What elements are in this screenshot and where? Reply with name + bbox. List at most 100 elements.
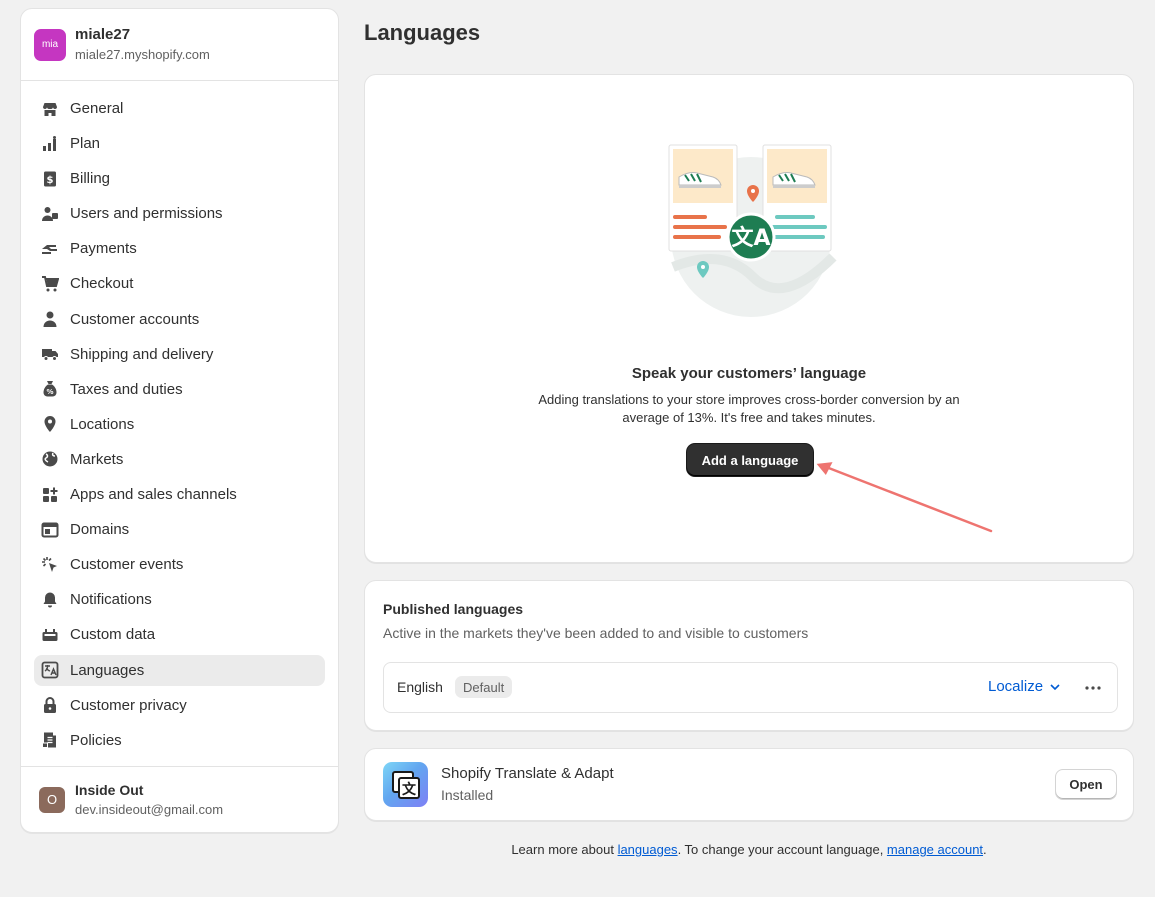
page-title: Languages xyxy=(364,20,481,45)
annotation-arrow-icon xyxy=(816,462,993,533)
sidebar-item-label: Billing xyxy=(70,170,111,188)
sidebar-item-label: Notifications xyxy=(70,591,152,609)
languages-link[interactable]: languages xyxy=(618,842,678,857)
section-subtitle: Active in the markets they've been added… xyxy=(383,625,809,641)
localize-dropdown[interactable]: Localize xyxy=(988,678,1061,695)
tax-icon: % xyxy=(41,380,59,398)
sidebar-item-label: Users and permissions xyxy=(70,205,223,223)
sidebar-item-notifications[interactable]: Notifications xyxy=(34,584,325,615)
sidebar-item-markets[interactable]: Markets xyxy=(34,444,325,475)
manage-account-link[interactable]: manage account xyxy=(887,842,983,857)
bell-icon xyxy=(41,591,59,609)
sidebar-item-label: General xyxy=(70,100,124,117)
sidebar-item-domains[interactable]: Domains xyxy=(34,514,325,545)
more-actions-button[interactable] xyxy=(1081,676,1105,700)
billing-icon: $ xyxy=(41,170,59,188)
domain-icon xyxy=(41,521,59,539)
apps-icon xyxy=(41,486,59,504)
sidebar-item-customer-events[interactable]: Customer events xyxy=(34,549,325,580)
users-icon xyxy=(41,205,59,223)
globe-icon xyxy=(41,450,59,468)
sidebar-item-custom-data[interactable]: Custom data xyxy=(34,619,325,650)
sidebar-item-locations[interactable]: Locations xyxy=(34,409,325,440)
footer-text: . To change your account language, xyxy=(677,842,887,857)
sidebar-item-label: Custom data xyxy=(70,626,156,644)
truck-icon xyxy=(41,345,59,363)
avatar: O xyxy=(39,786,65,813)
sidebar-item-users[interactable]: Users and permissions xyxy=(34,198,325,229)
status-badge: Default xyxy=(455,676,513,698)
sidebar-item-label: Plan xyxy=(70,135,101,153)
payments-icon xyxy=(41,240,59,258)
sidebar-item-label: Policies xyxy=(70,731,122,749)
location-icon xyxy=(41,415,59,433)
chevron-down-icon xyxy=(1050,683,1060,690)
store-domain: miale27.myshopify.com xyxy=(75,47,210,62)
sidebar-item-label: Customer events xyxy=(70,556,184,574)
sidebar-item-label: Taxes and duties xyxy=(70,380,183,398)
translation-illustration-icon: 文A xyxy=(668,144,837,317)
sidebar-item-shipping[interactable]: Shipping and delivery xyxy=(34,339,325,370)
sidebar-item-label: Shipping and delivery xyxy=(70,345,214,363)
sidebar-item-label: Payments xyxy=(70,240,137,258)
svg-text:$: $ xyxy=(47,175,54,186)
sidebar-item-label: Locations xyxy=(70,415,135,433)
sidebar-item-customer-accounts[interactable]: Customer accounts xyxy=(34,304,325,335)
sidebar-item-languages[interactable]: Languages xyxy=(34,654,325,686)
settings-sidebar: mia miale27 miale27.myshopify.com Genera… xyxy=(20,8,339,833)
hero-title: Speak your customers’ language xyxy=(631,365,867,382)
policy-icon xyxy=(41,731,59,749)
translate-app-card: 文 Shopify Translate & Adapt Installed Op… xyxy=(364,748,1134,821)
sidebar-item-label: Customer accounts xyxy=(70,310,200,328)
sidebar-item-label: Apps and sales channels xyxy=(70,486,237,504)
cursor-icon xyxy=(41,556,59,574)
store-icon xyxy=(41,100,59,118)
svg-text:%: % xyxy=(46,388,53,396)
hero-description: Adding translations to your store improv… xyxy=(538,392,960,425)
plan-icon xyxy=(41,135,59,153)
localize-label: Localize xyxy=(988,678,1044,695)
svg-text:文A: 文A xyxy=(731,225,770,251)
sidebar-item-general[interactable]: General xyxy=(34,93,325,124)
store-name: miale27 xyxy=(75,26,131,43)
footer-text: Learn more about xyxy=(511,842,618,857)
sidebar-item-billing[interactable]: $ Billing xyxy=(34,163,325,194)
cart-icon xyxy=(41,275,59,293)
open-app-button[interactable]: Open xyxy=(1055,769,1117,800)
section-title: Published languages xyxy=(383,601,524,617)
add-language-card: 文A Speak your customers’ language Adding… xyxy=(364,74,1134,563)
add-language-button[interactable]: Add a language xyxy=(687,444,813,476)
data-icon xyxy=(41,626,59,644)
translate-app-icon: 文 xyxy=(383,762,428,807)
sidebar-item-label: Domains xyxy=(70,521,130,539)
sidebar-item-policies[interactable]: Policies xyxy=(34,725,325,756)
app-status: Installed xyxy=(441,787,494,803)
footer-text: . xyxy=(983,842,987,857)
sidebar-item-customer-privacy[interactable]: Customer privacy xyxy=(34,690,325,721)
sidebar-item-apps[interactable]: Apps and sales channels xyxy=(34,479,325,510)
store-avatar: mia xyxy=(34,28,66,61)
ellipsis-icon xyxy=(1085,686,1101,690)
account-name: Inside Out xyxy=(75,781,144,798)
person-icon xyxy=(41,310,59,328)
account-email: dev.insideout@gmail.com xyxy=(75,801,224,817)
sidebar-item-checkout[interactable]: Checkout xyxy=(34,268,325,299)
published-languages-card: Published languages Active in the market… xyxy=(364,580,1134,731)
sidebar-item-label: Markets xyxy=(70,450,124,468)
language-row: English Default Localize xyxy=(383,662,1118,713)
app-name: Shopify Translate & Adapt xyxy=(441,765,614,782)
sidebar-item-plan[interactable]: Plan xyxy=(34,128,325,159)
sidebar-item-label: Customer privacy xyxy=(70,696,187,714)
language-name: English xyxy=(397,679,443,695)
footer-help-text: Learn more about languages. To change yo… xyxy=(364,842,1134,857)
account-footer[interactable]: O Inside Out dev.insideout@gmail.com xyxy=(21,766,338,832)
sidebar-item-payments[interactable]: Payments xyxy=(34,233,325,264)
sidebar-item-taxes[interactable]: % Taxes and duties xyxy=(34,374,325,405)
sidebar-item-label: Checkout xyxy=(70,275,134,293)
settings-nav: General Plan $ Billing Users and permiss… xyxy=(21,81,338,756)
store-header[interactable]: mia miale27 miale27.myshopify.com xyxy=(21,9,338,81)
language-icon xyxy=(41,661,59,679)
lock-icon xyxy=(41,696,59,714)
sidebar-item-label: Languages xyxy=(70,661,145,679)
svg-text:文: 文 xyxy=(402,781,417,798)
